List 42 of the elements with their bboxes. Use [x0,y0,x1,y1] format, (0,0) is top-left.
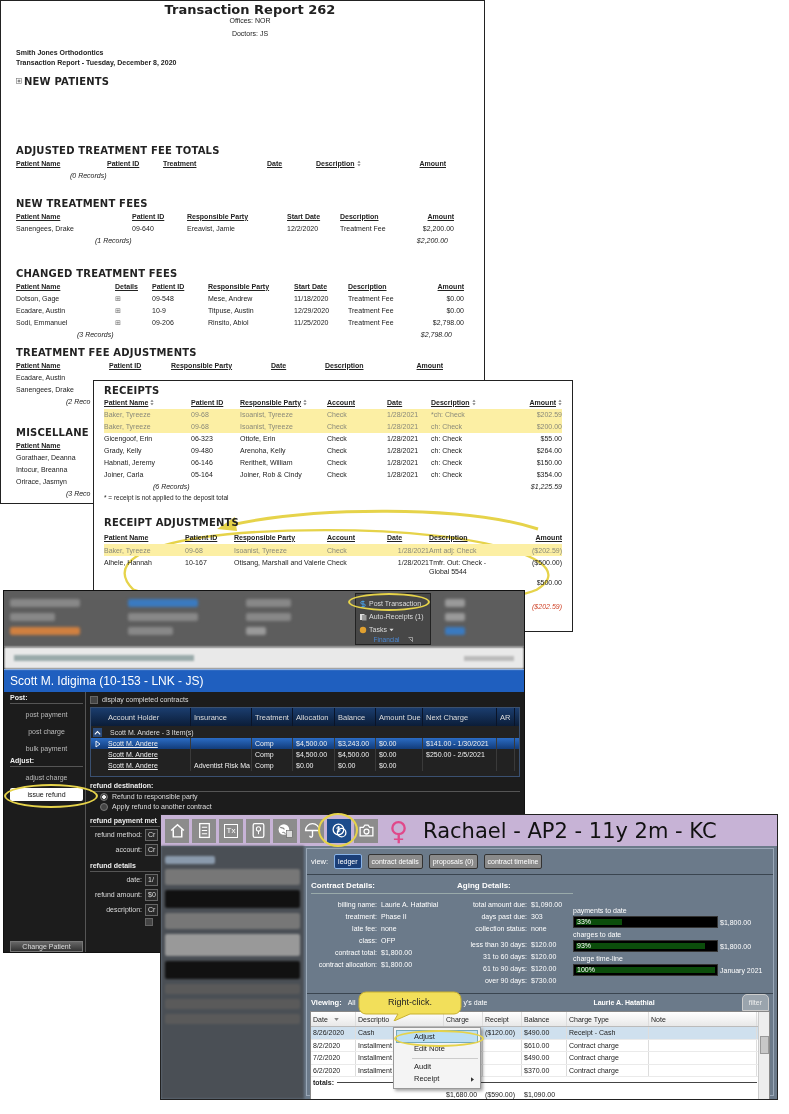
highlight-ring [318,813,358,847]
section-heading: TREATMENT FEE ADJUSTMENTS [16,346,197,358]
section-heading: RECEIPTS [104,385,161,396]
section-heading: Aging Details: [457,881,573,894]
section-heading: NEW PATIENTS [24,75,110,87]
sort-icon[interactable] [356,160,361,167]
section-heading: NEW TREATMENT FEES [16,197,148,209]
patient-title: Rachael - AP2 - 11y 2m - KC [423,818,717,843]
sort-icon[interactable] [558,399,562,406]
radio-button[interactable] [100,793,108,801]
sort-icon[interactable] [150,399,155,406]
home-icon[interactable] [165,818,189,843]
section-heading: Contract Details: [311,881,457,894]
row-pointer-icon [95,739,101,748]
patient-header: Scott M. Idigima (10-153 - LNK - JS) [4,669,524,692]
scrollbar[interactable] [758,1012,769,1099]
blurred-ribbon-group [128,599,198,635]
tasks-icon [359,625,367,634]
section-heading: MISCELLANE [16,426,89,438]
dollar-icon [359,599,367,608]
expand-icon[interactable] [16,78,22,84]
launcher-icon[interactable] [407,637,413,642]
checkbox[interactable] [90,696,98,704]
keyhole-icon[interactable] [246,818,270,843]
section-heading: ADJUSTED TREATMENT FEE TOTALS [16,144,220,156]
radio-button[interactable] [100,803,108,811]
caret-icon[interactable] [388,627,394,632]
gender-symbol: ♀ [389,816,409,845]
coins-icon[interactable] [327,818,351,843]
checkbox[interactable] [145,918,153,926]
report-title: Transaction Report 262 [163,2,337,17]
globe-icon[interactable] [273,818,297,843]
section-heading: CHANGED TREATMENT FEES [16,267,178,279]
blurred-ribbon-group [10,599,80,635]
sort-icon[interactable] [303,399,308,406]
blurred-ribbon-group [445,599,465,635]
receipt-icon [359,612,367,621]
sort-icon[interactable] [471,399,476,406]
document-icon[interactable] [192,818,216,843]
dropdown-icon[interactable] [333,1017,339,1021]
collapse-icon[interactable] [93,727,102,737]
blurred-ribbon-group [246,599,291,635]
